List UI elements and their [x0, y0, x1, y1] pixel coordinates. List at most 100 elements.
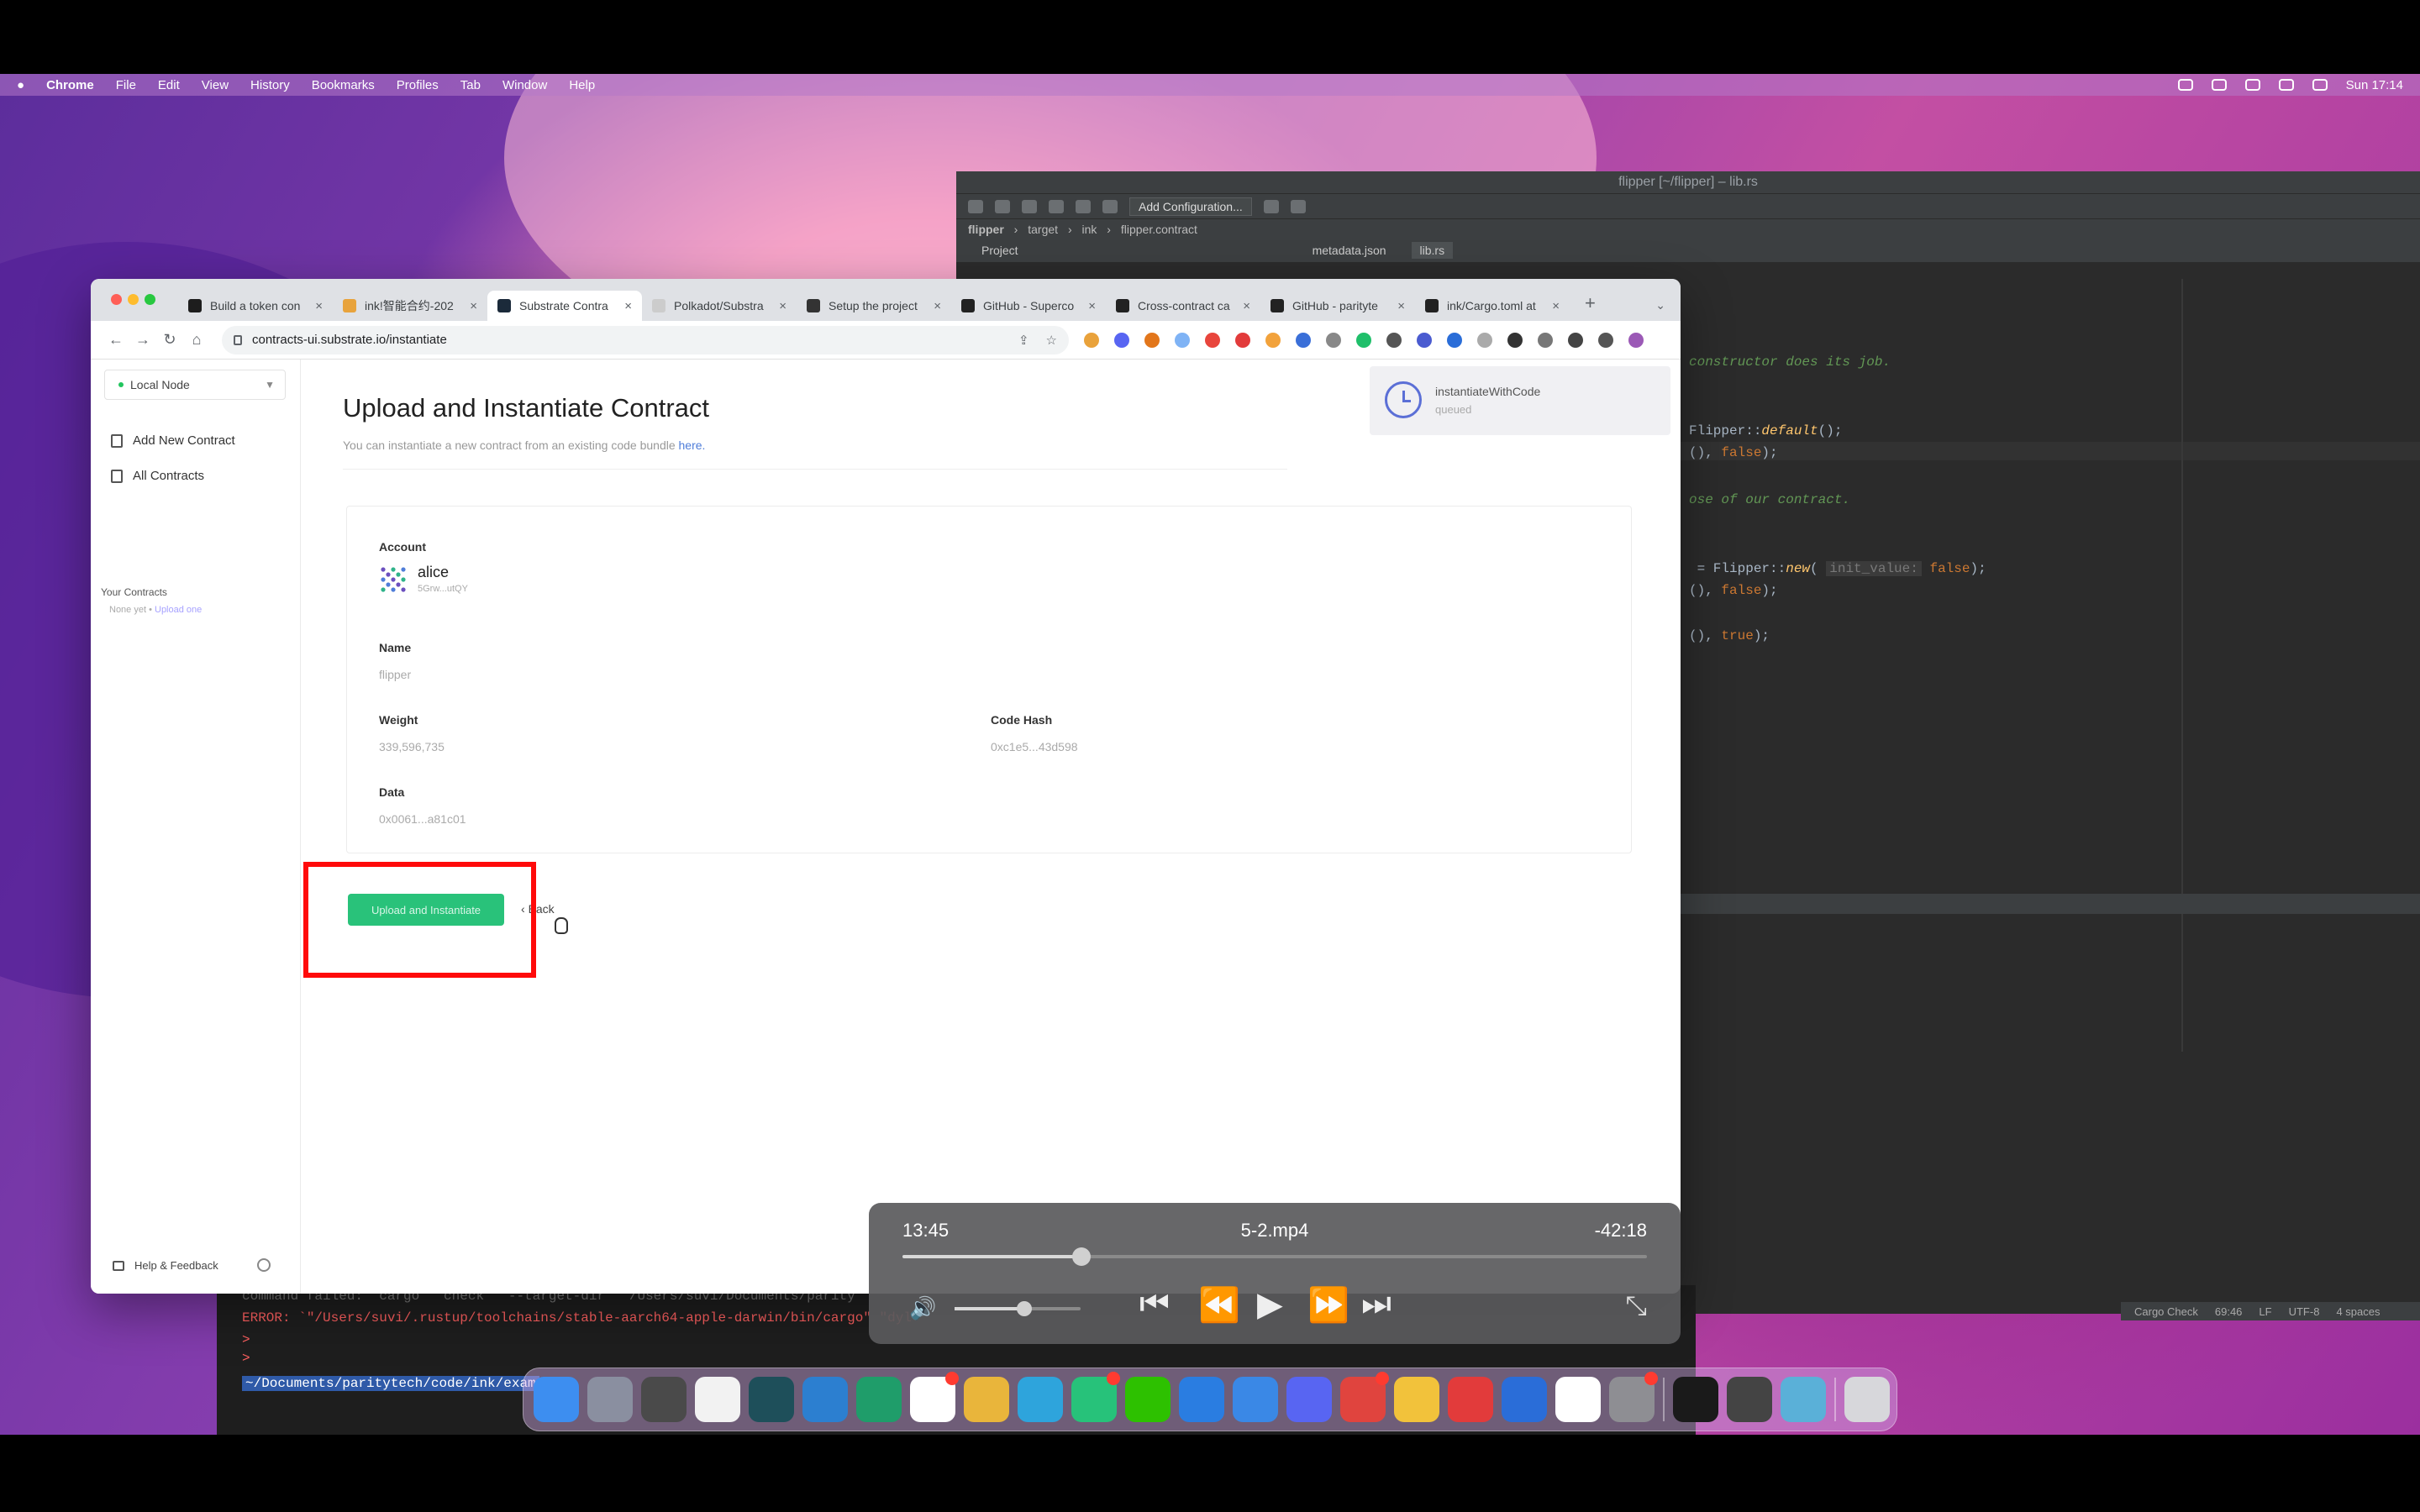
dock-sublime-icon[interactable]	[641, 1377, 687, 1422]
browser-extension-icon[interactable]	[1356, 332, 1371, 348]
zoom-window-button[interactable]	[145, 294, 155, 305]
wifi-icon[interactable]	[2177, 79, 2193, 91]
home-icon[interactable]: ⌂	[183, 331, 210, 349]
browser-tab[interactable]: Cross-contract ca ×	[1106, 291, 1260, 321]
browser-extension-icon[interactable]	[1447, 332, 1462, 348]
browser-extension-icon[interactable]	[1144, 332, 1160, 348]
bookmark-star-icon[interactable]: ☆	[1046, 333, 1057, 348]
menu-clock[interactable]: Sun 17:14	[2346, 78, 2403, 92]
menu-help[interactable]: Help	[569, 78, 595, 92]
dock-app-yellow-icon[interactable]	[1394, 1377, 1439, 1422]
menu-window[interactable]: Window	[502, 78, 547, 92]
dock-telegram-icon[interactable]	[1018, 1377, 1063, 1422]
dock-app-green-icon[interactable]	[1071, 1372, 1120, 1422]
address-bar[interactable]: contracts-ui.substrate.io/instantiate ⇪ …	[222, 325, 1069, 354]
sync-icon[interactable]	[1022, 199, 1037, 213]
folder-icon[interactable]	[968, 199, 983, 213]
dock-dictionary-icon[interactable]	[1233, 1377, 1278, 1422]
dock-finder-icon[interactable]	[534, 1377, 579, 1422]
dock-preview-icon[interactable]	[1781, 1377, 1826, 1422]
exit-fullscreen-icon[interactable]: ⤡	[1625, 1290, 1647, 1322]
rewind-icon[interactable]: ⏪	[1198, 1285, 1240, 1325]
save-icon[interactable]	[995, 199, 1010, 213]
seek-bar[interactable]	[902, 1247, 1647, 1266]
browser-extension-icon[interactable]	[1296, 332, 1311, 348]
browser-extension-icon[interactable]	[1386, 332, 1402, 348]
menu-edit[interactable]: Edit	[158, 78, 180, 92]
dock-app-red-icon[interactable]	[1340, 1372, 1389, 1422]
browser-tab[interactable]: Substrate Contra ×	[487, 291, 642, 321]
volume-slider[interactable]	[955, 1301, 1081, 1316]
reload-icon[interactable]: ↻	[156, 331, 183, 349]
browser-tab[interactable]: ink!智能合约-202 ×	[333, 291, 487, 321]
ide-tab-metadata[interactable]: metadata.json	[1304, 242, 1395, 259]
browser-extension-icon[interactable]	[1538, 332, 1553, 348]
browser-tab[interactable]: Build a token con ×	[178, 291, 333, 321]
node-selector[interactable]: Local Node ▼	[104, 370, 286, 400]
menu-view[interactable]: View	[202, 78, 229, 92]
browser-tab[interactable]: GitHub - Superco ×	[951, 291, 1106, 321]
status-line-ending[interactable]: LF	[2259, 1305, 2271, 1318]
tab-close-icon[interactable]: ×	[470, 299, 477, 313]
browser-extension-icon[interactable]	[1235, 332, 1250, 348]
dock-trash-icon[interactable]	[1844, 1377, 1890, 1422]
ide-tab-lib[interactable]: lib.rs	[1411, 242, 1454, 259]
menu-app-name[interactable]: Chrome	[46, 78, 94, 92]
code-editor[interactable]: constructor does its job. Flipper::defau…	[1681, 279, 2420, 1052]
browser-extension-icon[interactable]	[1507, 332, 1523, 348]
tab-close-icon[interactable]: ×	[1243, 299, 1250, 313]
skip-to-start-icon[interactable]: ⏮	[1139, 1285, 1170, 1323]
status-encoding[interactable]: UTF-8	[2289, 1305, 2320, 1318]
status-icon[interactable]	[2211, 79, 2227, 91]
user-icon[interactable]	[1102, 199, 1118, 213]
dock-chrome-icon[interactable]	[964, 1377, 1009, 1422]
browser-extension-icon[interactable]	[1265, 332, 1281, 348]
tab-close-icon[interactable]: ×	[1397, 299, 1405, 313]
headphones-icon[interactable]	[2244, 79, 2260, 91]
tab-close-icon[interactable]: ×	[779, 299, 786, 313]
debug-icon[interactable]	[1290, 199, 1306, 213]
status-cargo-check[interactable]: Cargo Check	[2134, 1305, 2198, 1318]
apple-icon[interactable]: ●	[17, 78, 24, 92]
minimize-window-button[interactable]	[128, 294, 139, 305]
dock-netease-music-icon[interactable]	[1448, 1377, 1493, 1422]
browser-extension-icon[interactable]	[1175, 332, 1190, 348]
dock-clion-icon[interactable]	[856, 1377, 902, 1422]
dock-typora-icon[interactable]	[695, 1377, 740, 1422]
battery-icon[interactable]	[2278, 79, 2294, 91]
share-icon[interactable]: ⇪	[1018, 333, 1029, 348]
browser-tab[interactable]: Setup the project ×	[797, 291, 951, 321]
browser-extension-icon[interactable]	[1417, 332, 1432, 348]
dock-slack-icon[interactable]	[1555, 1377, 1601, 1422]
menu-bookmarks[interactable]: Bookmarks	[312, 78, 375, 92]
browser-extension-icon[interactable]	[1568, 332, 1583, 348]
tab-search-chevron-icon[interactable]: ⌄	[1655, 298, 1681, 312]
volume-icon[interactable]: 🔊	[909, 1295, 936, 1321]
help-feedback-link[interactable]: Help & Feedback	[113, 1259, 218, 1272]
upload-one-link[interactable]: Upload one	[155, 605, 202, 615]
menu-history[interactable]: History	[250, 78, 290, 92]
browser-extension-icon[interactable]	[1628, 332, 1644, 348]
add-configuration-button[interactable]: Add Configuration...	[1129, 197, 1252, 216]
back-arrow-icon[interactable]: ←	[103, 331, 129, 349]
tab-close-icon[interactable]: ×	[934, 299, 941, 313]
tab-close-icon[interactable]: ×	[1552, 299, 1560, 313]
dock-vscode-icon[interactable]	[802, 1377, 848, 1422]
browser-extension-icon[interactable]	[1598, 332, 1613, 348]
browser-tab[interactable]: ink/Cargo.toml at ×	[1415, 291, 1570, 321]
code-bundle-link[interactable]: here.	[679, 438, 706, 452]
menu-tab[interactable]: Tab	[460, 78, 481, 92]
settings-icon[interactable]	[257, 1258, 271, 1272]
run-icon[interactable]	[1263, 199, 1279, 213]
dock-terminal-icon[interactable]	[1673, 1377, 1718, 1422]
forward-icon[interactable]	[1076, 199, 1091, 213]
dock-notion-icon[interactable]	[910, 1372, 959, 1422]
menu-file[interactable]: File	[116, 78, 136, 92]
menu-profiles[interactable]: Profiles	[397, 78, 439, 92]
dock-mail-icon[interactable]	[1179, 1377, 1224, 1422]
browser-extension-icon[interactable]	[1114, 332, 1129, 348]
volume-knob[interactable]	[1016, 1301, 1032, 1316]
tab-close-icon[interactable]: ×	[1088, 299, 1096, 313]
breadcrumb-item[interactable]: flipper.contract	[1121, 223, 1197, 236]
browser-tab[interactable]: Polkadot/Substra ×	[642, 291, 797, 321]
